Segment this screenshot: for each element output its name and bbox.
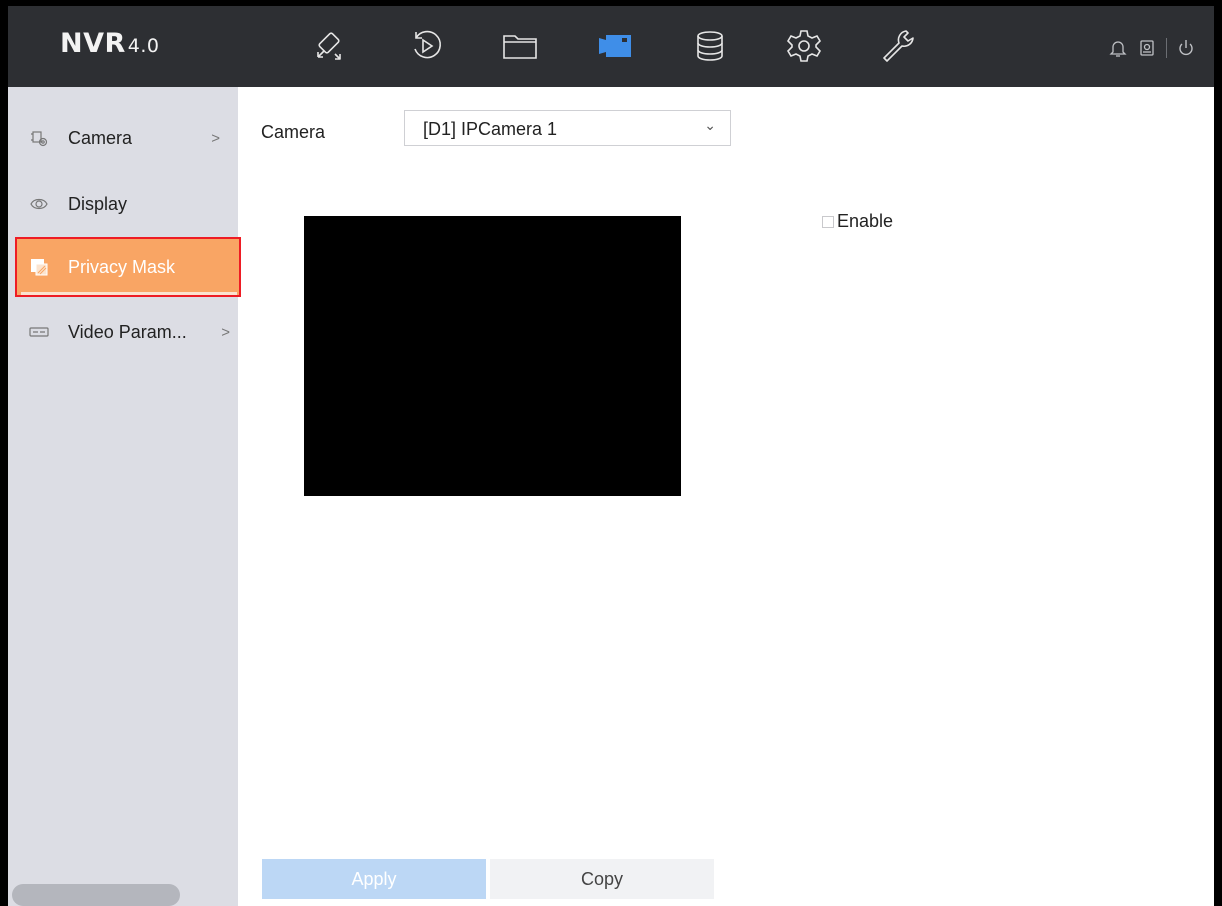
eye-icon [28,193,50,215]
nvr-logo: NVR 4.0 [60,28,160,59]
logo-version: 4.0 [127,35,160,57]
chevron-right-icon: > [221,323,230,341]
enable-option[interactable]: Enable [822,211,893,232]
enable-label: Enable [837,211,894,231]
sidebar-item-label: Privacy Mask [68,256,176,277]
camera-select-value: [D1] IPCamera 1 [423,119,558,139]
configuration-icon[interactable] [784,26,824,66]
chevron-down-icon: ⌄ [704,117,716,133]
live-view-icon[interactable] [310,26,350,66]
privacy-mask-icon [28,256,50,278]
sidebar-item-label: Video Param... [68,321,187,342]
camera-icon[interactable] [596,26,636,66]
enable-checkbox[interactable] [822,215,834,228]
sidebar-menu: Camera > Display Privacy Mask Video Para… [8,87,240,906]
playback-icon[interactable] [406,26,446,66]
privacy-mask-panel: Camera [D1] IPCamera 1 ⌄ Enable Apply Co… [238,87,1214,906]
copy-button[interactable]: Copy [490,859,714,899]
sidebar-item-camera[interactable]: Camera > [15,110,240,166]
alarm-bell-icon[interactable] [1108,38,1128,58]
camera-select[interactable]: [D1] IPCamera 1 ⌄ [404,110,731,146]
camera-preview[interactable] [304,216,681,496]
sidebar-item-display[interactable]: Display [15,176,240,232]
file-management-icon[interactable] [500,26,540,66]
logo-text: NVR [60,28,126,59]
maintenance-icon[interactable] [878,26,918,66]
camera-field-label: Camera [261,122,326,142]
chevron-right-icon: > [211,129,220,147]
header-right-controls [1108,38,1196,58]
sidebar-horizontal-scrollbar[interactable] [12,884,180,906]
sidebar-item-video-parameters[interactable]: Video Param... > [15,304,240,360]
sidebar-item-label: Display [68,193,128,214]
camera-settings-icon [28,127,50,149]
apply-button[interactable]: Apply [262,859,486,899]
notification-icon[interactable] [1137,38,1157,58]
sidebar-item-privacy-mask[interactable]: Privacy Mask [15,239,240,295]
sidebar-item-label: Camera [68,127,133,148]
active-item-underline [21,292,237,295]
top-navigation-bar: NVR 4.0 [8,6,1214,87]
video-param-icon [28,321,50,343]
header-separator [1166,38,1167,58]
nvr-window: NVR 4.0 Camera > Display Privacy Mask Vi… [8,6,1214,906]
storage-icon[interactable] [690,26,730,66]
power-icon[interactable] [1176,38,1196,58]
